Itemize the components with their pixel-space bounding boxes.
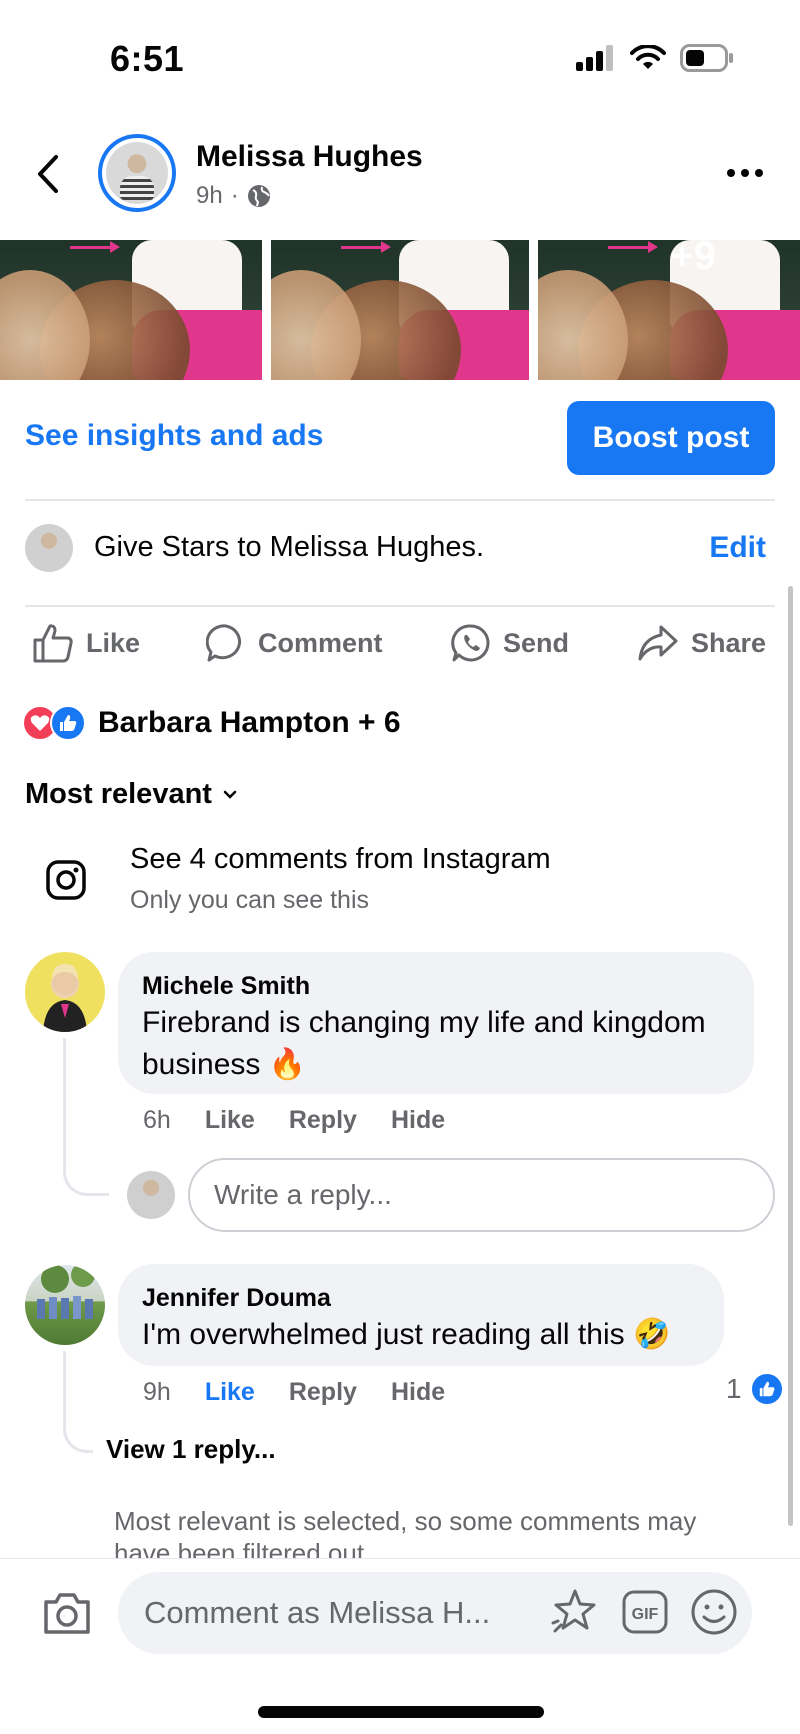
- comment-reply-button[interactable]: Reply: [289, 1378, 357, 1407]
- cellular-signal-icon: [576, 45, 613, 71]
- avatar-figure: [43, 964, 87, 1032]
- gif-icon[interactable]: GIF: [622, 1590, 668, 1634]
- comment-time: 9h: [143, 1378, 171, 1406]
- chevron-left-icon: [38, 155, 58, 193]
- like-reaction-icon: [749, 1372, 784, 1406]
- share-icon: [638, 625, 678, 661]
- share-action-label: Share: [691, 627, 767, 658]
- globe-icon[interactable]: [247, 184, 271, 208]
- instagram-comments-link[interactable]: See 4 comments from Instagram: [130, 843, 551, 876]
- author-avatar-image: [106, 142, 168, 204]
- boost-post-button[interactable]: Boost post: [567, 401, 775, 475]
- give-stars-text: Give Stars to Melissa Hughes.: [94, 531, 485, 563]
- author-avatar[interactable]: [98, 134, 176, 212]
- comment-bubble[interactable]: Michele Smith Firebrand is changing my l…: [118, 952, 754, 1094]
- divider: [25, 499, 775, 501]
- comment-placeholder: Comment as Melissa H...: [144, 1595, 491, 1630]
- photo-arrow: [341, 241, 391, 253]
- comment-action-button[interactable]: Comment: [206, 618, 383, 668]
- instagram-icon: [46, 860, 86, 900]
- reply-avatar: [127, 1171, 175, 1219]
- comment-like-count[interactable]: 1: [726, 1372, 784, 1406]
- thread-line: [63, 1351, 93, 1453]
- avatar-figure: [37, 1265, 95, 1319]
- comment-like-button[interactable]: Like: [205, 1378, 255, 1407]
- share-action-button[interactable]: Share: [637, 618, 766, 668]
- wifi-icon: [630, 45, 666, 69]
- send-action-label: Send: [503, 627, 570, 658]
- camera-icon[interactable]: [42, 1590, 92, 1636]
- more-options-button[interactable]: [720, 158, 770, 188]
- comment-like-button[interactable]: Like: [205, 1106, 255, 1135]
- send-action-button[interactable]: Send: [451, 618, 569, 668]
- commenter-avatar[interactable]: [25, 952, 105, 1032]
- comment-actions: 6h Like Reply Hide: [143, 1106, 445, 1135]
- comment-time: 6h: [143, 1106, 171, 1134]
- comment-text: I'm overwhelmed just reading all this 🤣: [142, 1318, 671, 1351]
- comment-icon: [206, 624, 242, 662]
- back-button[interactable]: [28, 150, 68, 198]
- whatsapp-icon: [451, 624, 490, 662]
- comment-hide-button[interactable]: Hide: [391, 1106, 445, 1135]
- comment-hide-button[interactable]: Hide: [391, 1378, 445, 1407]
- thumbs-up-icon: [33, 624, 73, 663]
- more-dot: [755, 169, 763, 177]
- svg-text:GIF: GIF: [632, 1606, 659, 1623]
- comment-sort-dropdown[interactable]: Most relevant: [25, 778, 238, 811]
- status-icons: [576, 44, 734, 72]
- commenter-name[interactable]: Michele Smith: [142, 970, 730, 1002]
- status-time: 6:51: [110, 38, 185, 79]
- more-horizontal-icon: [727, 169, 735, 177]
- view-replies-link[interactable]: View 1 reply...: [106, 1434, 276, 1465]
- more-dot: [741, 169, 749, 177]
- post-photo-1[interactable]: [0, 240, 262, 380]
- commenter-avatar[interactable]: [25, 1265, 105, 1345]
- post-photo-3[interactable]: +9: [538, 240, 800, 380]
- reply-input[interactable]: Write a reply...: [188, 1158, 775, 1232]
- chevron-down-icon: [223, 790, 237, 799]
- edit-stars-link[interactable]: Edit: [709, 531, 766, 565]
- thread-line: [63, 1038, 109, 1196]
- scrollbar[interactable]: [788, 586, 793, 1526]
- comment-action-label: Comment: [258, 627, 383, 658]
- like-action-label: Like: [86, 627, 141, 658]
- composer-icons: GIF: [550, 1587, 738, 1637]
- home-indicator[interactable]: [258, 1706, 544, 1718]
- comment-reply-button[interactable]: Reply: [289, 1106, 357, 1135]
- sort-label: Most relevant: [25, 778, 212, 810]
- meta-separator: ·: [230, 182, 239, 209]
- comment-bubble[interactable]: Jennifer Douma I'm overwhelmed just read…: [118, 1264, 724, 1366]
- author-name[interactable]: Melissa Hughes: [196, 140, 423, 174]
- stars-avatar: [25, 524, 73, 572]
- see-insights-link[interactable]: See insights and ads: [25, 419, 323, 453]
- comment-actions: 9h Like Reply Hide: [143, 1378, 445, 1407]
- post-photo-2[interactable]: [271, 240, 529, 380]
- post-time: 9h: [196, 182, 223, 209]
- filter-note: Most relevant is selected, so some comme…: [114, 1506, 697, 1560]
- like-count-value: 1: [726, 1373, 742, 1404]
- comment-text: Firebrand is changing my life and kingdo…: [142, 1006, 706, 1081]
- reply-placeholder: Write a reply...: [214, 1179, 392, 1210]
- reaction-icons[interactable]: [22, 705, 86, 741]
- like-reaction-icon: [50, 705, 86, 741]
- instagram-comments-note: Only you can see this: [130, 886, 370, 914]
- divider: [25, 605, 775, 607]
- commenter-name[interactable]: Jennifer Douma: [142, 1282, 700, 1314]
- emoji-icon[interactable]: [690, 1588, 738, 1636]
- like-action-button[interactable]: Like: [32, 618, 140, 668]
- more-photos-count: +9: [670, 240, 716, 278]
- avatar-sticker-icon[interactable]: [550, 1587, 600, 1637]
- photo-arrow: [608, 241, 658, 253]
- photo-arrow: [70, 241, 120, 253]
- reaction-names[interactable]: Barbara Hampton + 6: [98, 706, 401, 740]
- post-meta: 9h ·: [196, 182, 271, 210]
- battery-icon: [680, 44, 733, 72]
